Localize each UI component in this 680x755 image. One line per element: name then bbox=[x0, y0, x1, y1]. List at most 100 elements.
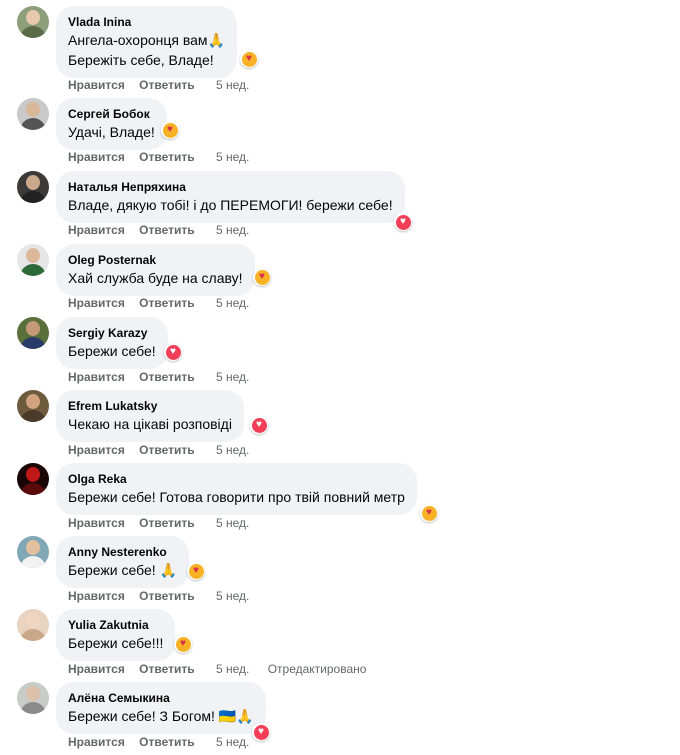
avatar[interactable] bbox=[17, 98, 49, 130]
comment: Oleg Posternak Хай служба буде на славу!… bbox=[17, 244, 667, 317]
comment-text: Бережіть себе, Владе! bbox=[68, 52, 214, 68]
avatar[interactable] bbox=[17, 317, 49, 349]
comment: Sergiy Karazy Бережи себе! ♥ Нравится От… bbox=[17, 317, 667, 390]
comment-text: Бережи себе! З Богом! 🇺🇦🙏 bbox=[68, 708, 254, 724]
comment-author[interactable]: Sergiy Karazy bbox=[68, 325, 156, 341]
avatar[interactable] bbox=[17, 536, 49, 568]
comment-timestamp[interactable]: 5 нед. bbox=[216, 150, 249, 164]
comment: Сергей Бобок Удачі, Владе! ♥ Нравится От… bbox=[17, 98, 667, 171]
comment: Olga Reka Бережи себе! Готова говорити п… bbox=[17, 463, 667, 536]
like-button[interactable]: Нравится bbox=[68, 443, 125, 457]
love-reaction-icon[interactable]: ♥ bbox=[250, 416, 268, 434]
comment-bubble: Vlada Inina Ангела-охоронця вам🙏 Бережіт… bbox=[56, 6, 237, 78]
care-reaction-icon[interactable]: ♥ bbox=[240, 50, 258, 68]
comment-author[interactable]: Yulia Zakutnia bbox=[68, 617, 163, 633]
comment-text: Удачі, Владе! bbox=[68, 124, 155, 140]
comment-bubble: Yulia Zakutnia Бережи себе!!! bbox=[56, 609, 176, 661]
love-reaction-icon[interactable]: ♥ bbox=[394, 213, 412, 231]
comment-bubble: Алёна Семыкина Бережи себе! З Богом! 🇺🇦🙏 bbox=[56, 682, 266, 734]
avatar[interactable] bbox=[17, 390, 49, 422]
comment: Алёна Семыкина Бережи себе! З Богом! 🇺🇦🙏… bbox=[17, 682, 667, 755]
comment-author[interactable]: Алёна Семыкина bbox=[68, 690, 254, 706]
love-reaction-icon[interactable]: ♥ bbox=[164, 343, 182, 361]
care-reaction-icon[interactable]: ♥ bbox=[161, 121, 179, 139]
comment-text: Бережи себе! 🙏 bbox=[68, 562, 177, 578]
like-button[interactable]: Нравится bbox=[68, 516, 125, 530]
comment-actions: Нравится Ответить 5 нед. bbox=[68, 77, 264, 93]
reply-button[interactable]: Ответить bbox=[139, 589, 194, 603]
care-reaction-icon[interactable]: ♥ bbox=[174, 635, 192, 653]
comment-author[interactable]: Olga Reka bbox=[68, 471, 405, 487]
comment-timestamp[interactable]: 5 нед. bbox=[216, 370, 249, 384]
like-button[interactable]: Нравится bbox=[68, 296, 125, 310]
comment-text: Бережи себе!!! bbox=[68, 635, 164, 651]
comment: Anny Nesterenko Бережи себе! 🙏 ♥ Нравитс… bbox=[17, 536, 667, 609]
comment-text: Хай служба буде на славу! bbox=[68, 270, 243, 286]
comment-timestamp[interactable]: 5 нед. bbox=[216, 223, 249, 237]
comment-bubble: Sergiy Karazy Бережи себе! bbox=[56, 317, 168, 369]
reply-button[interactable]: Ответить bbox=[139, 150, 194, 164]
avatar[interactable] bbox=[17, 6, 49, 38]
care-reaction-icon[interactable]: ♥ bbox=[187, 562, 205, 580]
comment-text: Чекаю на цікаві розповіді bbox=[68, 416, 232, 432]
comment: Efrem Lukatsky Чекаю на цікаві розповіді… bbox=[17, 390, 667, 463]
comment-bubble: Efrem Lukatsky Чекаю на цікаві розповіді bbox=[56, 390, 244, 442]
care-reaction-icon[interactable]: ♥ bbox=[253, 268, 271, 286]
comment-text: Бережи себе! bbox=[68, 343, 156, 359]
reply-button[interactable]: Ответить bbox=[139, 296, 194, 310]
avatar[interactable] bbox=[17, 244, 49, 276]
comment: Yulia Zakutnia Бережи себе!!! ♥ Нравится… bbox=[17, 609, 667, 682]
comment-actions: Нравится Ответить 5 нед. bbox=[68, 515, 264, 531]
comment-author[interactable]: Oleg Posternak bbox=[68, 252, 243, 268]
comment-author[interactable]: Сергей Бобок bbox=[68, 106, 155, 122]
comment-actions: Нравится Ответить 5 нед. bbox=[68, 295, 264, 311]
comment-actions: Нравится Ответить 5 нед. bbox=[68, 149, 264, 165]
comment-timestamp[interactable]: 5 нед. bbox=[216, 296, 249, 310]
avatar[interactable] bbox=[17, 171, 49, 203]
like-button[interactable]: Нравится bbox=[68, 370, 125, 384]
comment-text: Владе, дякую тобі! і до ПЕРЕМОГИ! бережи… bbox=[68, 197, 393, 213]
care-reaction-icon[interactable]: ♥ bbox=[420, 504, 438, 522]
comment: Наталья Непряхина Владе, дякую тобі! і д… bbox=[17, 171, 667, 244]
comment-text: Ангела-охоронця вам🙏 bbox=[68, 32, 225, 48]
comment-timestamp[interactable]: 5 нед. bbox=[216, 735, 249, 749]
comment-author[interactable]: Efrem Lukatsky bbox=[68, 398, 232, 414]
comment: Vlada Inina Ангела-охоронця вам🙏 Бережіт… bbox=[17, 6, 667, 92]
comment-timestamp[interactable]: 5 нед. bbox=[216, 589, 249, 603]
comment-timestamp[interactable]: 5 нед. bbox=[216, 516, 249, 530]
comment-text: Бережи себе! Готова говорити про твій по… bbox=[68, 489, 405, 505]
avatar[interactable] bbox=[17, 682, 49, 714]
reply-button[interactable]: Ответить bbox=[139, 370, 194, 384]
like-button[interactable]: Нравится bbox=[68, 223, 125, 237]
reply-button[interactable]: Ответить bbox=[139, 78, 194, 92]
comment-bubble: Olga Reka Бережи себе! Готова говорити п… bbox=[56, 463, 417, 515]
reply-button[interactable]: Ответить bbox=[139, 662, 194, 676]
like-button[interactable]: Нравится bbox=[68, 735, 125, 749]
comment-actions: Нравится Ответить 5 нед. bbox=[68, 222, 264, 238]
like-button[interactable]: Нравится bbox=[68, 78, 125, 92]
avatar[interactable] bbox=[17, 463, 49, 495]
like-button[interactable]: Нравится bbox=[68, 662, 125, 676]
comment-timestamp[interactable]: 5 нед. bbox=[216, 662, 249, 676]
comment-bubble: Oleg Posternak Хай служба буде на славу! bbox=[56, 244, 255, 296]
comment-author[interactable]: Anny Nesterenko bbox=[68, 544, 177, 560]
comment-bubble: Сергей Бобок Удачі, Владе! bbox=[56, 98, 167, 150]
comment-timestamp[interactable]: 5 нед. bbox=[216, 78, 249, 92]
reply-button[interactable]: Ответить bbox=[139, 735, 194, 749]
comment-author[interactable]: Vlada Inina bbox=[68, 14, 225, 30]
reply-button[interactable]: Ответить bbox=[139, 223, 194, 237]
comment-bubble: Anny Nesterenko Бережи себе! 🙏 bbox=[56, 536, 189, 588]
comment-actions: Нравится Ответить 5 нед. Отредактировано bbox=[68, 661, 366, 677]
comment-actions: Нравится Ответить 5 нед. bbox=[68, 588, 264, 604]
reply-button[interactable]: Ответить bbox=[139, 443, 194, 457]
like-button[interactable]: Нравится bbox=[68, 589, 125, 603]
comment-timestamp[interactable]: 5 нед. bbox=[216, 443, 249, 457]
comment-actions: Нравится Ответить 5 нед. bbox=[68, 369, 264, 385]
reply-button[interactable]: Ответить bbox=[139, 516, 194, 530]
avatar[interactable] bbox=[17, 609, 49, 641]
comment-author[interactable]: Наталья Непряхина bbox=[68, 179, 393, 195]
comment-actions: Нравится Ответить 5 нед. bbox=[68, 442, 264, 458]
comment-bubble: Наталья Непряхина Владе, дякую тобі! і д… bbox=[56, 171, 405, 223]
like-button[interactable]: Нравится bbox=[68, 150, 125, 164]
edited-label[interactable]: Отредактировано bbox=[268, 662, 367, 676]
